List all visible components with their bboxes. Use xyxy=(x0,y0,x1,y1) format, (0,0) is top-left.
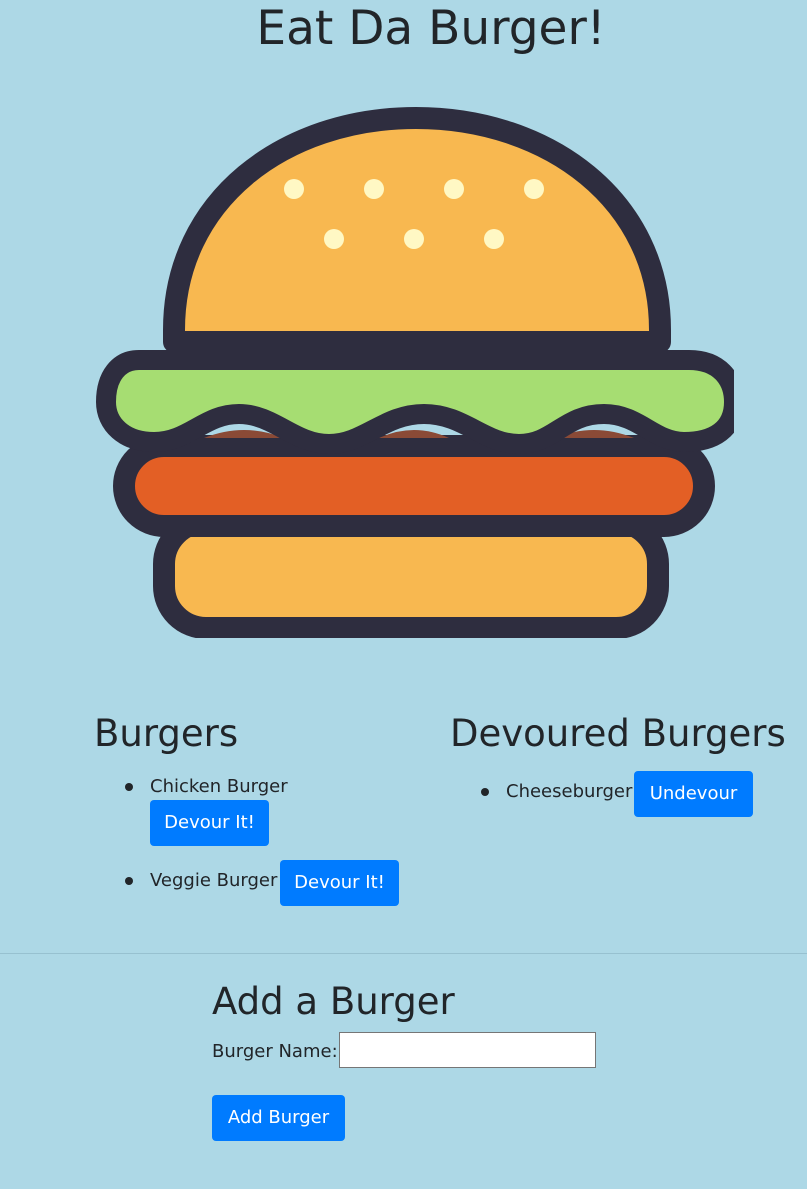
devoured-heading: Devoured Burgers xyxy=(450,712,786,755)
undevour-button[interactable]: Undevour xyxy=(634,771,753,817)
list-bullet xyxy=(125,783,133,791)
list-bullet xyxy=(481,788,489,796)
add-burger-button[interactable]: Add Burger xyxy=(212,1095,345,1141)
page: Eat Da Burger! Burgers Chicken Burger De… xyxy=(0,0,807,1189)
devour-button[interactable]: Devour It! xyxy=(280,860,399,906)
section-divider xyxy=(0,953,807,954)
hamburger-illustration-icon xyxy=(96,107,734,638)
devoured-item-name: Cheeseburger xyxy=(506,781,633,802)
burger-name-input[interactable] xyxy=(339,1032,596,1068)
burger-item-name: Chicken Burger xyxy=(150,776,288,797)
page-title: Eat Da Burger! xyxy=(256,1,606,56)
burgers-heading: Burgers xyxy=(94,712,239,755)
burger-item-name: Veggie Burger xyxy=(150,870,278,891)
burger-name-label: Burger Name: xyxy=(212,1041,338,1062)
add-burger-heading: Add a Burger xyxy=(212,980,455,1023)
devour-button[interactable]: Devour It! xyxy=(150,800,269,846)
list-bullet xyxy=(125,877,133,885)
